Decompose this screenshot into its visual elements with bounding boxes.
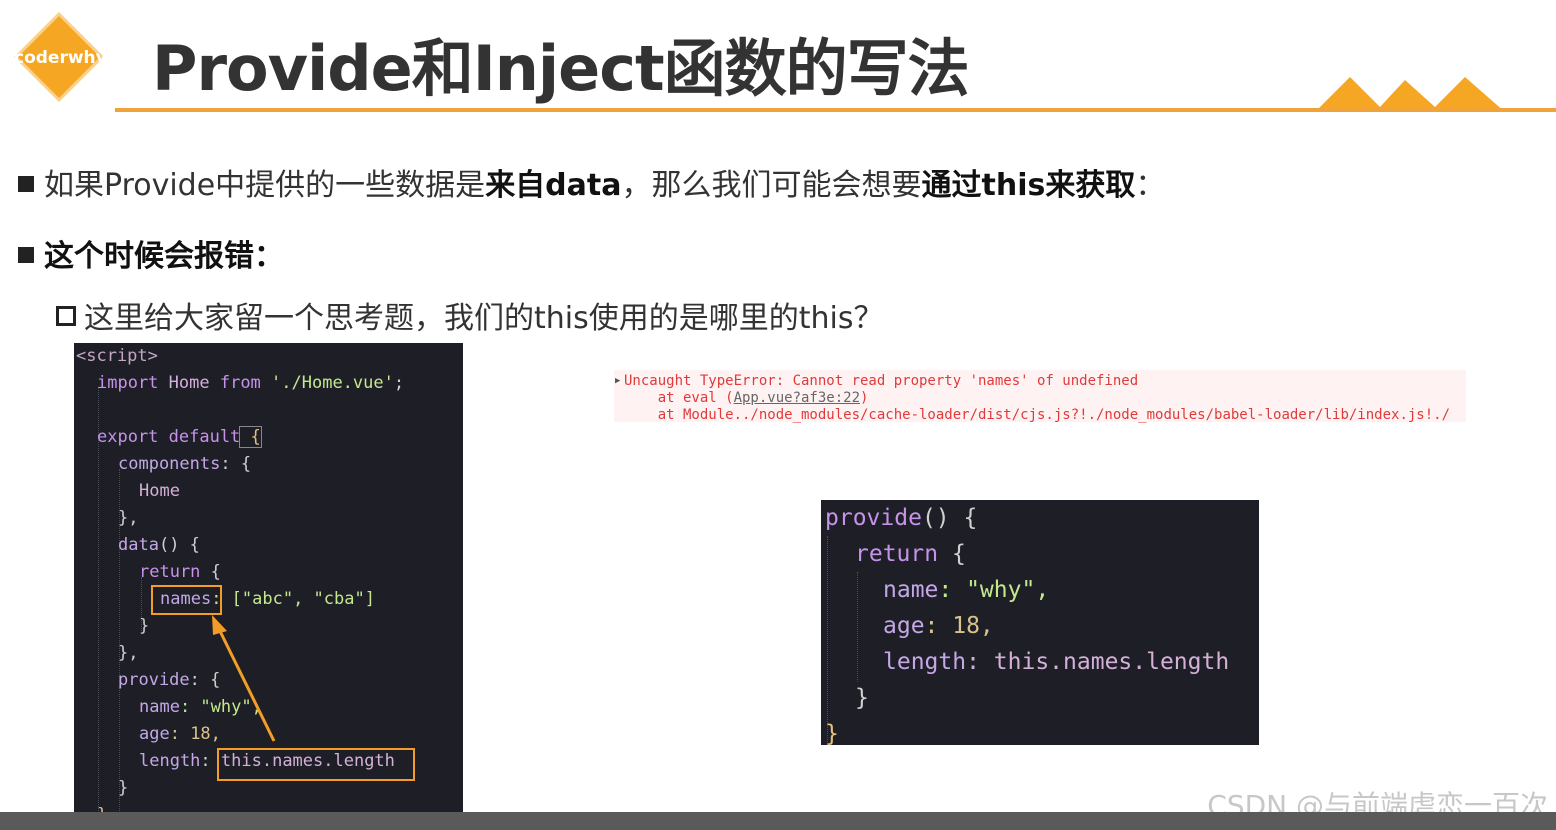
code-right-line-2: return { xyxy=(855,536,966,572)
code-right-line-7: } xyxy=(825,721,839,745)
expand-triangle-icon[interactable]: ▶ xyxy=(615,376,620,386)
arrow-icon xyxy=(212,615,276,742)
code-token: age xyxy=(883,613,925,639)
code-right-line-5: length: this.names.length xyxy=(883,644,1229,680)
page-title: Provide和Inject函数的写法 xyxy=(152,32,970,105)
code-right-line-3: name: "why", xyxy=(883,572,1049,608)
bullet-1-bold-data: 来自data xyxy=(485,168,622,203)
error-line-2-post: ) xyxy=(860,390,869,406)
bullet-1-text: 如果Provide中提供的一些数据是 xyxy=(44,168,486,203)
code-token: : "why", xyxy=(938,577,1050,603)
code-token: provide xyxy=(825,505,922,531)
bullet-1: 如果Provide中提供的一些数据是来自data，那么我们可能会想要通过this… xyxy=(18,160,1165,204)
code-token: : this.names.length xyxy=(966,649,1230,675)
console-error: ▶ Uncaught TypeError: Cannot read proper… xyxy=(614,370,1466,423)
code-token: { xyxy=(938,541,966,567)
bullet-1-bold-this: 通过this来获取 xyxy=(921,168,1136,203)
bullet-1-end: ： xyxy=(1135,168,1166,203)
code-panel-right: provide() { return { name: "why", age: 1… xyxy=(821,500,1259,745)
logo-text: coderwhy xyxy=(14,48,107,68)
title-underline xyxy=(115,108,1556,112)
error-line-3: at Module../node_modules/cache-loader/di… xyxy=(624,407,1451,423)
bullet-2-text: 这个时候会报错： xyxy=(44,239,284,274)
code-token: return xyxy=(855,541,939,567)
mountains-decoration-icon xyxy=(1315,77,1505,112)
code-right-line-4: age: 18, xyxy=(883,608,994,644)
bullet-square-icon xyxy=(18,176,34,192)
error-line-2-pre: at eval ( xyxy=(624,390,734,406)
code-token: : 18, xyxy=(924,613,994,639)
bullet-1-text-mid: ，那么我们可能会想要 xyxy=(621,168,922,203)
code-right-line-1: provide() { xyxy=(825,500,977,536)
bullet-2: 这个时候会报错： xyxy=(18,231,284,275)
bullet-3: 这里给大家留一个思考题，我们的this使用的是哪里的this？ xyxy=(56,293,883,337)
error-source-link[interactable]: App.vue?af3e:22 xyxy=(734,390,860,406)
error-line-2: at eval (App.vue?af3e:22) xyxy=(624,390,869,406)
code-token: () { xyxy=(921,505,978,531)
bullet-3-text: 这里给大家留一个思考题，我们的this使用的是哪里的this？ xyxy=(84,301,884,336)
bottom-bar xyxy=(0,812,1556,830)
code-panel-left: <script> import Home from './Home.vue'; … xyxy=(74,343,463,830)
bullet-hollow-square-icon xyxy=(56,306,76,326)
code-token: length xyxy=(883,649,967,675)
coderwhy-logo: coderwhy xyxy=(13,11,107,103)
code-right-line-6: } xyxy=(855,685,869,711)
bullet-square-icon xyxy=(18,247,34,263)
code-token: name xyxy=(883,577,939,603)
error-line-1: Uncaught TypeError: Cannot read property… xyxy=(624,373,1139,389)
